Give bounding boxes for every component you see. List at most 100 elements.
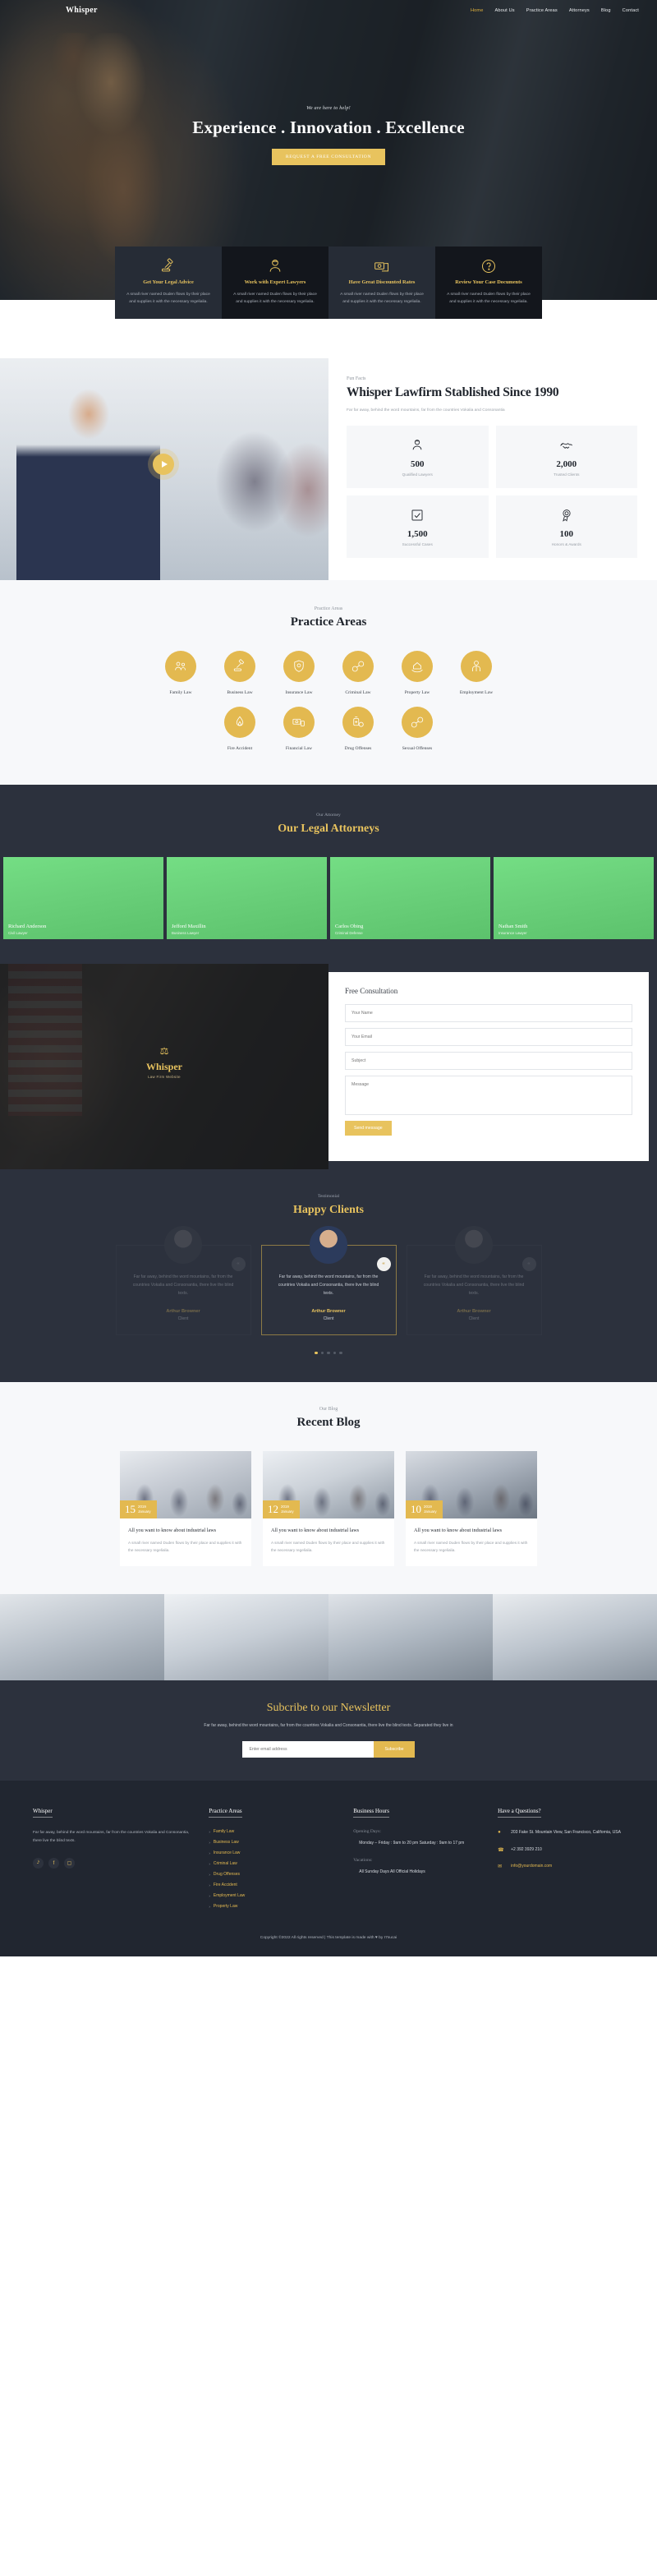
nav-link-blog[interactable]: Blog bbox=[601, 8, 611, 13]
request-consultation-button[interactable]: REQUEST A FREE CONSULTATION bbox=[271, 149, 386, 165]
feature-title: Work with Expert Lawyers bbox=[244, 279, 306, 285]
blog-month-year: 2019 January bbox=[138, 1505, 151, 1514]
vacations-value: All Sunday Days All Official Holidays bbox=[359, 1869, 425, 1874]
footer-link[interactable]: Drug Offenses bbox=[214, 1872, 240, 1877]
name-input[interactable] bbox=[345, 1004, 632, 1023]
footer-heading: Whisper bbox=[33, 1808, 53, 1818]
email-input[interactable] bbox=[345, 1028, 632, 1047]
carousel-dot-5[interactable] bbox=[339, 1351, 342, 1355]
email-text: info@yourdomain.com bbox=[511, 1864, 553, 1869]
testimonial-card[interactable]: “ Far far away, behind the word mountain… bbox=[116, 1226, 251, 1335]
subscribe-button[interactable]: Subscribe bbox=[374, 1741, 415, 1758]
blog-grid: 15 2019 January All you want to know abo… bbox=[0, 1451, 657, 1566]
chevron-right-icon: › bbox=[209, 1893, 210, 1898]
contact-email[interactable]: ✉ info@yourdomain.com bbox=[498, 1863, 624, 1871]
attorneys-kicker: Our Attorney bbox=[316, 813, 341, 818]
feature-card-expert-lawyers[interactable]: Work with Expert Lawyers A small river n… bbox=[222, 247, 328, 320]
footer-heading: Practice Areas bbox=[209, 1808, 242, 1818]
practice-item-property-law[interactable]: Property Law bbox=[395, 651, 440, 696]
footer-link[interactable]: Fire Accident bbox=[214, 1882, 237, 1887]
gallery-image-3[interactable] bbox=[328, 1593, 493, 1680]
blog-body: All you want to know about industrial la… bbox=[120, 1518, 251, 1565]
footer-link[interactable]: Property Law bbox=[214, 1904, 237, 1909]
brand-badge: ⚖ Whisper Law Firm Website bbox=[0, 1046, 328, 1079]
testimonial-card[interactable]: “ Far far away, behind the word mountain… bbox=[407, 1226, 542, 1335]
practice-item-criminal-law[interactable]: Criminal Law bbox=[336, 651, 381, 696]
carousel-dot-3[interactable] bbox=[327, 1351, 330, 1355]
attorney-name: Jefford Maxillin bbox=[172, 924, 206, 930]
gallery-image-1[interactable] bbox=[0, 1593, 164, 1680]
feature-card-legal-advice[interactable]: Get Your Legal Advice A small river name… bbox=[115, 247, 222, 320]
carousel-dot-2[interactable] bbox=[320, 1351, 324, 1355]
list-item[interactable]: › Business Law bbox=[209, 1840, 335, 1845]
question-icon bbox=[443, 258, 534, 274]
footer-link[interactable]: Family Law bbox=[214, 1829, 234, 1834]
list-item[interactable]: › Insurance Law bbox=[209, 1850, 335, 1855]
nav-link-about-us[interactable]: About Us bbox=[495, 8, 515, 13]
contact-phone[interactable]: ☎ +2 392 3929 210 bbox=[498, 1846, 624, 1855]
practice-item-fire-accident[interactable]: Fire Accident bbox=[218, 706, 263, 752]
feature-card-review-documents[interactable]: Review Your Case Documents A small river… bbox=[435, 247, 542, 320]
footer-link[interactable]: Business Law bbox=[214, 1840, 239, 1845]
blog-card[interactable]: 15 2019 January All you want to know abo… bbox=[120, 1451, 251, 1566]
footer-link[interactable]: Employment Law bbox=[214, 1893, 245, 1898]
blog-card[interactable]: 10 2019 January All you want to know abo… bbox=[406, 1451, 537, 1566]
fact-card-honors-awards: 100 Honors & Awards bbox=[495, 495, 637, 558]
attorney-card[interactable]: Richard Anderson Civil Lawyer bbox=[3, 857, 163, 940]
practice-item-employment-law[interactable]: Employment Law bbox=[454, 651, 499, 696]
footer-link[interactable]: Insurance Law bbox=[214, 1850, 241, 1855]
photo-gallery bbox=[0, 1593, 657, 1680]
about-video-thumbnail[interactable] bbox=[0, 358, 328, 581]
carousel-dot-4[interactable] bbox=[333, 1351, 337, 1355]
footer-link[interactable]: Criminal Law bbox=[214, 1861, 237, 1866]
practice-item-financial-law[interactable]: Financial Law bbox=[277, 706, 322, 752]
practice-item-drug-offenses[interactable]: Drug Offenses bbox=[336, 706, 381, 752]
gallery-image-2[interactable] bbox=[164, 1593, 328, 1680]
practice-item-family-law[interactable]: Family Law bbox=[159, 651, 204, 696]
footer-heading: Business Hours bbox=[353, 1808, 389, 1818]
attorney-card[interactable]: Jefford Maxillin Business Lawyer bbox=[167, 857, 327, 940]
practice-item-insurance-law[interactable]: Insurance Law bbox=[277, 651, 322, 696]
feature-title: Get Your Legal Advice bbox=[143, 279, 194, 285]
blog-post-title[interactable]: All you want to know about industrial la… bbox=[414, 1527, 529, 1535]
practice-label: Financial Law bbox=[285, 745, 313, 751]
nav-link-home[interactable]: Home bbox=[471, 8, 484, 13]
list-item[interactable]: › Criminal Law bbox=[209, 1861, 335, 1866]
feature-card-discounted-rates[interactable]: Have Great Discounted Rates A small rive… bbox=[328, 247, 435, 320]
practice-item-business-law[interactable]: Business Law bbox=[218, 651, 263, 696]
testimonial-author: Arthur Browner bbox=[311, 1308, 346, 1314]
blog-card[interactable]: 12 2019 January All you want to know abo… bbox=[263, 1451, 394, 1566]
message-textarea[interactable] bbox=[345, 1076, 632, 1116]
list-item[interactable]: › Family Law bbox=[209, 1829, 335, 1834]
nav-link-contact[interactable]: Contact bbox=[623, 8, 639, 13]
footer-links-list: › Family Law › Business Law › Insurance Law… bbox=[209, 1829, 335, 1909]
opening-days-label: Opening Days: bbox=[353, 1829, 381, 1835]
site-logo[interactable]: Whisper bbox=[66, 6, 98, 15]
practice-item-sexual-offenses[interactable]: Sexual Offenses bbox=[395, 706, 440, 752]
house-hand-icon bbox=[402, 651, 433, 683]
attorney-card[interactable]: Carlos Obing Criminal Defense bbox=[330, 857, 490, 940]
nav-link-practice-areas[interactable]: Practice Areas bbox=[526, 8, 558, 13]
newsletter-email-input[interactable] bbox=[242, 1741, 374, 1758]
attorneys-section: Our Attorney Our Legal Attorneys Richard… bbox=[0, 785, 657, 965]
nav-link-attorneys[interactable]: Attorneys bbox=[569, 8, 590, 13]
subject-input[interactable] bbox=[345, 1052, 632, 1071]
twitter-icon[interactable]: 𝅘𝅥𝅯 bbox=[33, 1858, 44, 1869]
site-header: Whisper Home About Us Practice Areas Att… bbox=[0, 0, 657, 21]
attorney-card[interactable]: Nathan Smith Insurance Lawyer bbox=[494, 857, 654, 940]
instagram-icon[interactable]: ▢ bbox=[64, 1858, 75, 1869]
blog-post-title[interactable]: All you want to know about industrial la… bbox=[271, 1527, 386, 1535]
chevron-right-icon: › bbox=[209, 1840, 210, 1845]
list-item[interactable]: › Employment Law bbox=[209, 1893, 335, 1898]
carousel-dot-1[interactable] bbox=[315, 1351, 318, 1355]
list-item[interactable]: › Fire Accident bbox=[209, 1882, 335, 1887]
blog-post-title[interactable]: All you want to know about industrial la… bbox=[128, 1527, 243, 1535]
fire-icon bbox=[224, 706, 255, 738]
testimonial-card-active[interactable]: “ Far far away, behind the word mountain… bbox=[260, 1226, 397, 1335]
list-item[interactable]: › Drug Offenses bbox=[209, 1872, 335, 1877]
facebook-icon[interactable]: f bbox=[48, 1858, 59, 1869]
list-item[interactable]: › Property Law bbox=[209, 1904, 335, 1909]
gallery-image-4[interactable] bbox=[493, 1593, 657, 1680]
send-message-button[interactable]: Send message bbox=[345, 1121, 392, 1136]
handshake-icon bbox=[501, 438, 633, 454]
